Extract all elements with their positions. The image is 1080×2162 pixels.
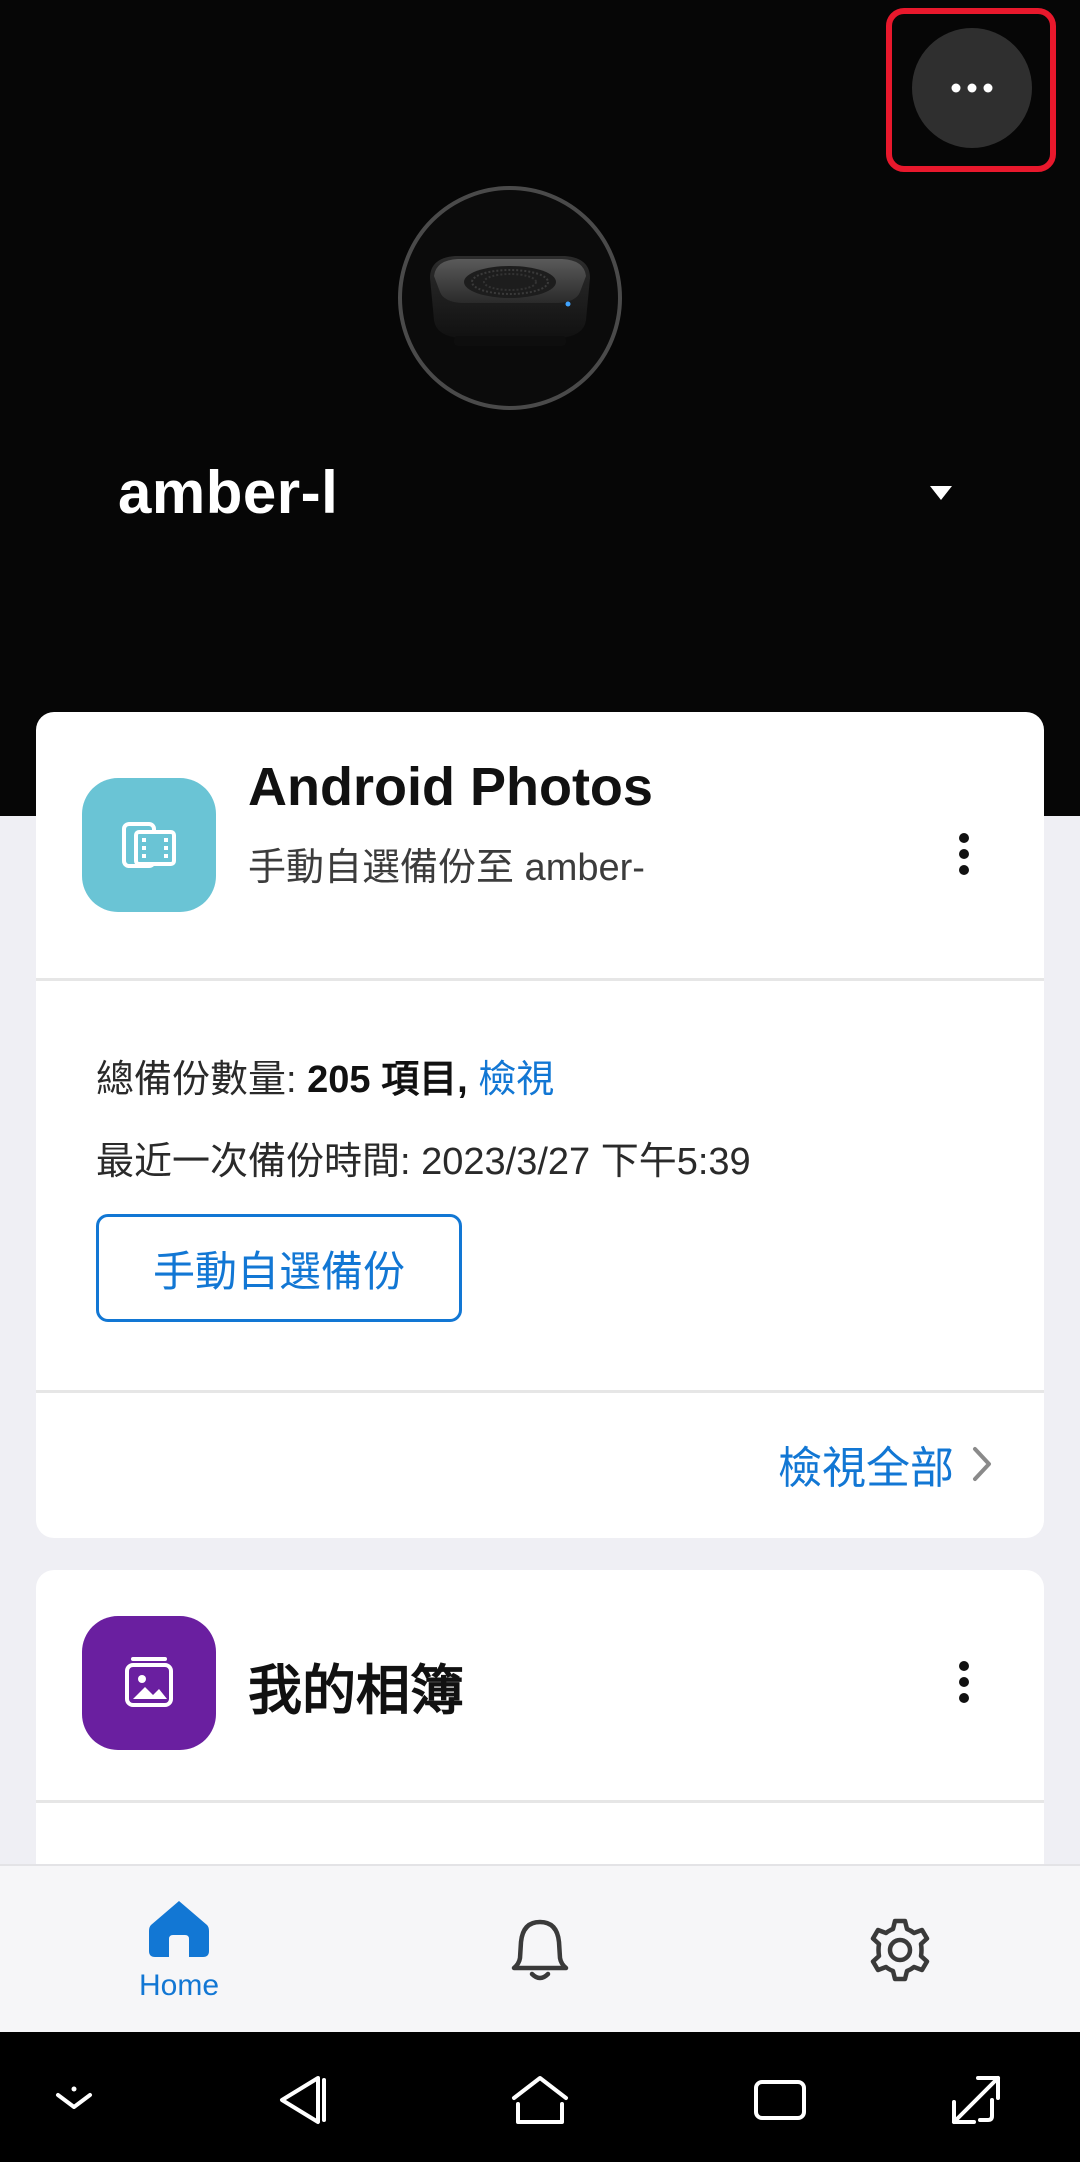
photo-backup-icon <box>82 778 216 912</box>
manual-backup-button[interactable]: 手動自選備份 <box>96 1214 462 1322</box>
view-link[interactable]: 檢視 <box>478 1059 554 1101</box>
device-name[interactable]: amber-l <box>118 458 338 527</box>
backup-card-menu-button[interactable] <box>934 824 994 884</box>
system-nav-bar <box>0 2032 1080 2162</box>
recents-icon <box>754 2080 806 2120</box>
kebab-icon <box>959 1661 969 1703</box>
backup-card: Android Photos 手動自選備份至 amber- 總備份數量: 205… <box>36 712 1044 1538</box>
bottom-tab-bar: Home <box>0 1864 1080 2032</box>
backup-card-subtitle: 手動自選備份至 amber- <box>248 847 645 889</box>
view-all-button[interactable]: 檢視全部 <box>778 1432 992 1496</box>
divider <box>36 978 1044 981</box>
kebab-icon <box>959 833 969 875</box>
total-backup-label: 總備份數量: <box>96 1059 308 1101</box>
caret-down-icon[interactable] <box>928 484 954 502</box>
backup-card-header[interactable]: Android Photos 手動自選備份至 amber- <box>36 712 1044 980</box>
ellipsis-icon <box>951 83 993 93</box>
home-system-button[interactable] <box>500 2060 580 2140</box>
screen: amber-l Android Photos 手動自選備份至 amber- 總備… <box>0 0 1080 2162</box>
chevron-down-icon <box>56 2086 92 2109</box>
tab-home-label: Home <box>138 1969 220 2002</box>
chevron-right-icon <box>973 1447 991 1481</box>
backup-card-title: Android Photos <box>248 757 653 817</box>
expand-icon <box>952 2076 1000 2124</box>
back-triangle-icon <box>280 2076 326 2124</box>
home-icon <box>149 1901 209 1957</box>
tab-home[interactable]: Home <box>79 1866 279 2034</box>
view-all-label: 檢視全部 <box>778 1444 954 1493</box>
nas-device-icon <box>430 256 590 346</box>
total-backup-line: 總備份數量: 205 項目, 檢視 <box>96 1048 554 1103</box>
bell-icon <box>511 1919 569 1981</box>
more-options-button[interactable] <box>912 28 1032 148</box>
gear-icon <box>870 1918 930 1982</box>
total-backup-value: 205 項目 <box>307 1059 458 1101</box>
tab-settings[interactable] <box>800 1866 1000 2034</box>
recents-button[interactable] <box>740 2060 820 2140</box>
divider <box>36 1800 1044 1803</box>
keyboard-hide-button[interactable] <box>34 2060 114 2140</box>
device-image <box>398 186 622 410</box>
album-card-header[interactable]: 我的相簿 <box>36 1570 1044 1838</box>
device-header: amber-l <box>0 0 1080 816</box>
last-backup-time: 最近一次備份時間: 2023/3/27 下午5:39 <box>96 1141 751 1183</box>
album-card-menu-button[interactable] <box>934 1652 994 1712</box>
album-icon <box>82 1616 216 1750</box>
total-backup-sep: , <box>457 1059 468 1101</box>
divider <box>36 1390 1044 1393</box>
back-button[interactable] <box>262 2060 342 2140</box>
tab-notifications[interactable] <box>440 1866 640 2034</box>
home-outline-icon <box>512 2076 568 2124</box>
rotate-screen-button[interactable] <box>936 2060 1016 2140</box>
album-card-title: 我的相簿 <box>248 1661 464 1721</box>
